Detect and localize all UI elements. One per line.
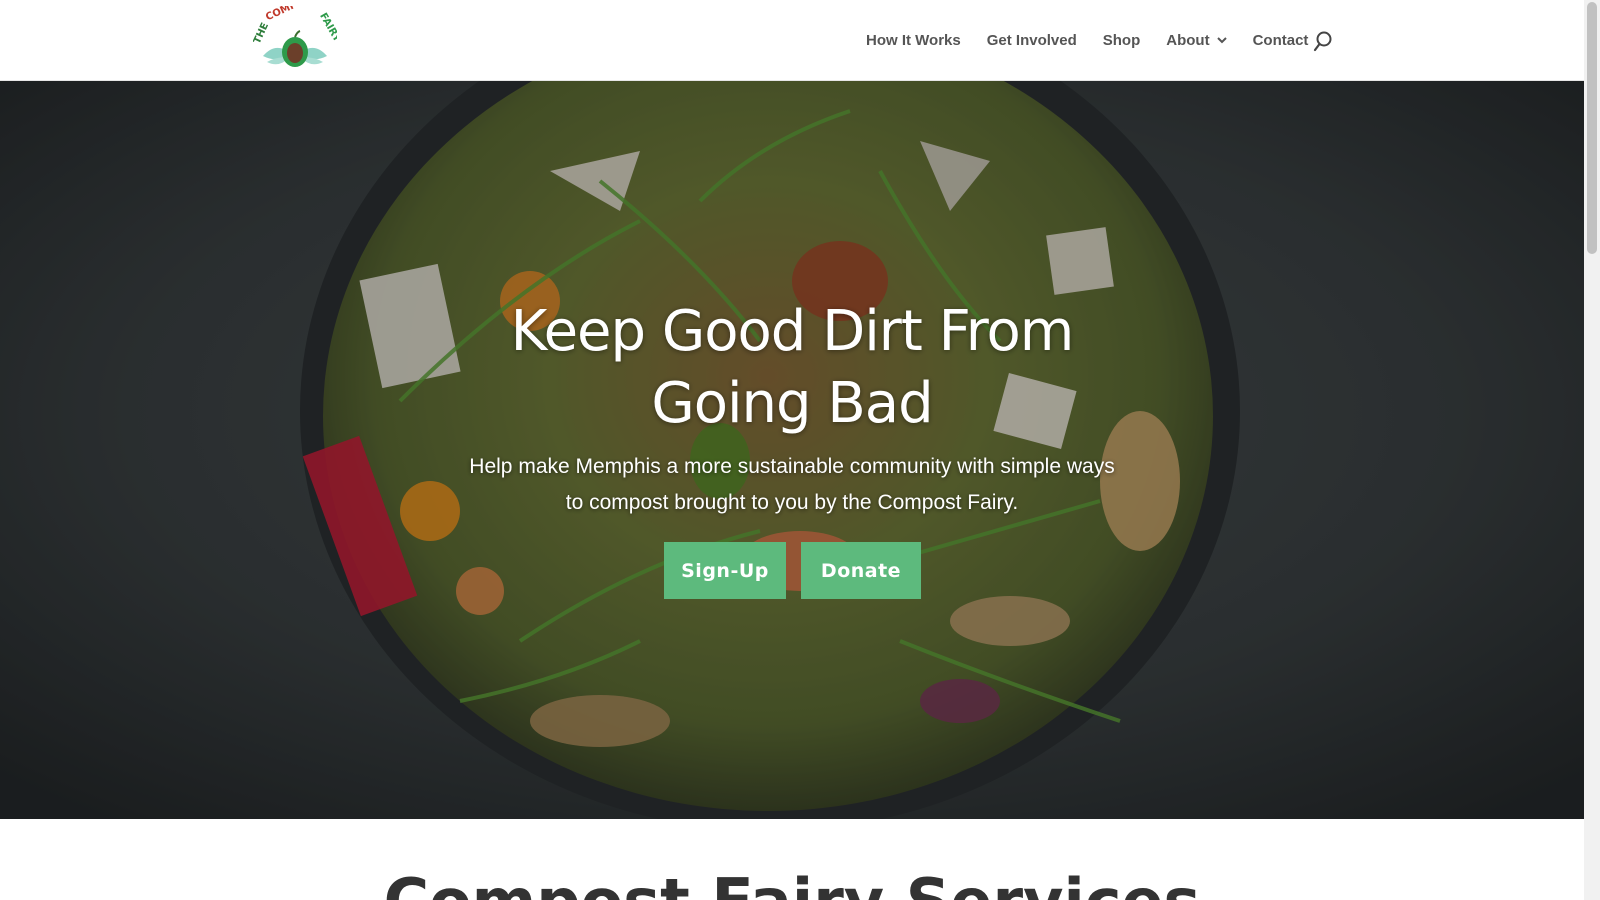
- site-header: THE COMPOST FAIRY THE COMPOST FAIRY How …: [0, 0, 1584, 81]
- nav-item-about[interactable]: About: [1166, 32, 1227, 49]
- hero-subtitle-line2: to compost brought to you by the Compost…: [565, 491, 1019, 514]
- svg-text:COMPOST: COMPOST: [264, 6, 319, 23]
- hero-subtitle: Help make Memphis a more sustainable com…: [442, 449, 1142, 521]
- search-icon[interactable]: [1313, 31, 1333, 53]
- nav-label: Get Involved: [986, 32, 1077, 49]
- scrollbar-thumb[interactable]: [1587, 2, 1597, 254]
- logo-text: THE COMPOST FAIRY: [337, 6, 338, 7]
- compost-fairy-logo[interactable]: THE COMPOST FAIRY THE COMPOST FAIRY: [252, 0, 343, 72]
- svg-text:FAIRY: FAIRY: [317, 11, 337, 44]
- nav-item-how-it-works[interactable]: How It Works: [866, 32, 961, 49]
- main-nav: How It Works Get Involved Shop About Con…: [866, 0, 1334, 81]
- page-scrollbar[interactable]: [1584, 0, 1600, 900]
- nav-label: How It Works: [866, 32, 961, 49]
- hero-title-line1: Keep Good Dirt From: [510, 299, 1075, 364]
- nav-label: Shop: [1102, 32, 1141, 49]
- sign-up-button[interactable]: Sign-Up: [664, 542, 786, 599]
- hero-title-line2: Going Bad: [651, 371, 933, 436]
- svg-text:THE: THE: [253, 21, 271, 46]
- nav-label: Contact: [1252, 32, 1309, 49]
- chevron-down-icon: [1216, 37, 1227, 44]
- hero-subtitle-line1: Help make Memphis a more sustainable com…: [469, 455, 1115, 478]
- nav-item-contact[interactable]: Contact: [1253, 32, 1309, 49]
- hero-content: Keep Good Dirt From Going Bad Help make …: [0, 81, 1584, 819]
- hero-title: Keep Good Dirt From Going Bad: [392, 296, 1192, 440]
- donate-button[interactable]: Donate: [801, 542, 921, 599]
- services-heading: Compost Fairy Services: [0, 862, 1584, 900]
- nav-item-shop[interactable]: Shop: [1103, 32, 1141, 49]
- nav-item-get-involved[interactable]: Get Involved: [987, 32, 1077, 49]
- hero-section: Keep Good Dirt From Going Bad Help make …: [0, 81, 1584, 819]
- nav-label: About: [1166, 32, 1210, 49]
